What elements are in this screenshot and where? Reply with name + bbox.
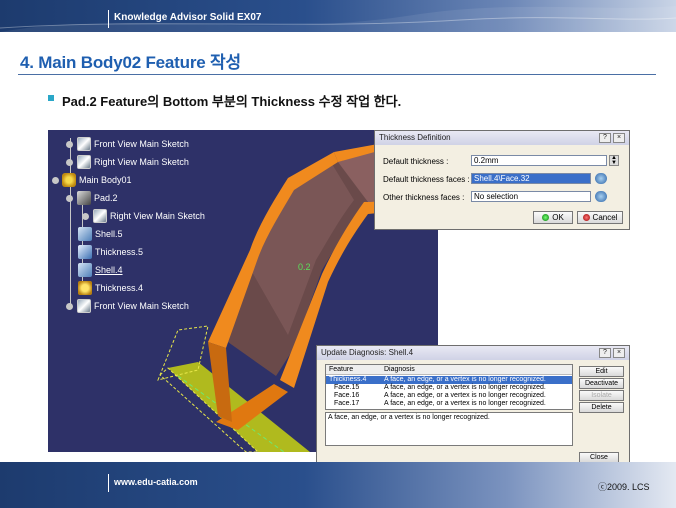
dialog-title-bar[interactable]: Thickness Definition ? × bbox=[375, 131, 629, 145]
footer-bar bbox=[0, 462, 676, 508]
cancel-button[interactable]: Cancel bbox=[577, 211, 623, 224]
tree-item-label: Front View Main Sketch bbox=[94, 301, 189, 311]
dialog-title: Thickness Definition bbox=[379, 133, 451, 142]
thickness-dimension-label: 0.2 bbox=[298, 262, 311, 272]
cancel-label: Cancel bbox=[592, 213, 618, 222]
row-diagnosis: A face, an edge, or a vertex is no longe… bbox=[384, 376, 546, 383]
thickness-icon bbox=[78, 245, 92, 259]
tree-item-right-view-main-sketch-child[interactable]: Right View Main Sketch bbox=[82, 208, 205, 224]
table-header: Feature Diagnosis bbox=[326, 365, 572, 375]
default-thickness-input[interactable]: 0.2mm bbox=[471, 155, 607, 166]
row-diagnosis: A face, an edge, or a vertex is no longe… bbox=[384, 384, 546, 391]
body-icon bbox=[62, 173, 76, 187]
tree-item-label: Main Body01 bbox=[79, 175, 132, 185]
cancel-icon bbox=[582, 214, 590, 221]
shell-icon bbox=[78, 227, 92, 241]
tree-node-dot bbox=[66, 158, 73, 166]
tree-node-dot bbox=[52, 176, 59, 184]
row-feature: Thickness.4 bbox=[329, 376, 367, 383]
isolate-button[interactable]: Isolate bbox=[579, 390, 624, 401]
sketch-icon bbox=[77, 137, 91, 151]
update-diagnosis-dialog: Update Diagnosis: Shell.4 ? × Feature Di… bbox=[316, 345, 630, 467]
header-separator bbox=[108, 10, 109, 28]
row-feature: Face.15 bbox=[334, 384, 360, 391]
table-row[interactable]: Face.16 A face, an edge, or a vertex is … bbox=[326, 392, 572, 400]
default-thickness-label: Default thickness : bbox=[383, 157, 449, 166]
other-faces-field[interactable]: No selection bbox=[471, 191, 591, 202]
column-header-feature: Feature bbox=[329, 366, 354, 373]
tree-node-dot bbox=[82, 212, 89, 220]
header-wave-graphic bbox=[0, 6, 676, 32]
selection-icon[interactable] bbox=[595, 173, 607, 184]
title-divider bbox=[18, 74, 656, 75]
default-faces-field[interactable]: Shell.4\Face.32 bbox=[471, 173, 591, 184]
footer-separator bbox=[108, 474, 109, 492]
default-faces-label: Default thickness faces : bbox=[383, 175, 470, 184]
close-icon[interactable]: × bbox=[613, 133, 625, 143]
sketch-icon bbox=[93, 209, 107, 223]
footer-copyright: ⓒ2009. LCS bbox=[598, 482, 650, 492]
row-diagnosis: A face, an edge, or a vertex is no longe… bbox=[384, 392, 546, 399]
tree-item-right-view-main-sketch[interactable]: Right View Main Sketch bbox=[66, 154, 189, 170]
tree-item-front-view-main-sketch-2[interactable]: Front View Main Sketch bbox=[66, 298, 189, 314]
tree-node-dot bbox=[66, 302, 73, 310]
column-header-diagnosis: Diagnosis bbox=[384, 366, 415, 373]
help-icon[interactable]: ? bbox=[599, 133, 611, 143]
tree-item-label: Right View Main Sketch bbox=[110, 211, 205, 221]
tree-item-shell4[interactable]: Shell.4 bbox=[78, 262, 123, 278]
selection-icon[interactable] bbox=[595, 191, 607, 202]
tree-item-label: Shell.5 bbox=[95, 229, 123, 239]
edit-button[interactable]: Edit bbox=[579, 366, 624, 377]
tree-item-label: Thickness.4 bbox=[95, 283, 144, 293]
dialog-title-bar[interactable]: Update Diagnosis: Shell.4 ? × bbox=[317, 346, 629, 360]
thickness-spinner[interactable]: ▲ ▼ bbox=[609, 155, 619, 166]
dialog-title: Update Diagnosis: Shell.4 bbox=[321, 348, 414, 357]
table-row[interactable]: Face.17 A face, an edge, or a vertex is … bbox=[326, 400, 572, 408]
deactivate-button[interactable]: Deactivate bbox=[579, 378, 624, 389]
thickness-warning-icon bbox=[78, 281, 92, 295]
header-title: Knowledge Advisor Solid EX07 bbox=[114, 12, 262, 23]
table-row[interactable]: Thickness.4 A face, an edge, or a vertex… bbox=[326, 376, 572, 384]
tree-item-shell5[interactable]: Shell.5 bbox=[78, 226, 123, 242]
row-feature: Face.17 bbox=[334, 400, 360, 407]
ok-icon bbox=[542, 214, 550, 221]
footer-url[interactable]: www.edu-catia.com bbox=[114, 477, 198, 487]
ok-button[interactable]: OK bbox=[533, 211, 573, 224]
tree-item-label: Pad.2 bbox=[94, 193, 118, 203]
tree-item-pad2[interactable]: Pad.2 bbox=[66, 190, 118, 206]
tree-item-label: Thickness.5 bbox=[95, 247, 144, 257]
tree-item-thickness4[interactable]: Thickness.4 bbox=[78, 280, 143, 296]
pad-icon bbox=[77, 191, 91, 205]
tree-item-label: Right View Main Sketch bbox=[94, 157, 189, 167]
thickness-definition-dialog: Thickness Definition ? × Default thickne… bbox=[374, 130, 630, 230]
tree-item-label: Shell.4 bbox=[95, 265, 123, 275]
header-bar bbox=[0, 0, 676, 32]
bullet-icon bbox=[48, 95, 54, 101]
tree-node-dot bbox=[66, 140, 73, 148]
help-icon[interactable]: ? bbox=[599, 348, 611, 358]
diagnosis-table[interactable]: Feature Diagnosis Thickness.4 A face, an… bbox=[325, 364, 573, 410]
tree-item-label: Front View Main Sketch bbox=[94, 139, 189, 149]
tree-item-main-body01[interactable]: Main Body01 bbox=[52, 172, 132, 188]
row-feature: Face.16 bbox=[334, 392, 360, 399]
diagnosis-message: A face, an edge, or a vertex is no longe… bbox=[325, 412, 573, 446]
tree-item-front-view-main-sketch[interactable]: Front View Main Sketch bbox=[66, 136, 189, 152]
close-icon[interactable]: × bbox=[613, 348, 625, 358]
tree-node-dot bbox=[66, 194, 73, 202]
shell-icon bbox=[78, 263, 92, 277]
slide: Knowledge Advisor Solid EX07 4. Main Bod… bbox=[0, 0, 676, 508]
ok-label: OK bbox=[552, 213, 564, 222]
slide-subtitle: Pad.2 Feature의 Bottom 부분의 Thickness 수정 작… bbox=[62, 94, 402, 109]
delete-button[interactable]: Delete bbox=[579, 402, 624, 413]
sketch-icon bbox=[77, 155, 91, 169]
sketch-icon bbox=[77, 299, 91, 313]
slide-title: 4. Main Body02 Feature 작성 bbox=[20, 53, 241, 72]
table-row[interactable]: Face.15 A face, an edge, or a vertex is … bbox=[326, 384, 572, 392]
other-faces-label: Other thickness faces : bbox=[383, 193, 465, 202]
row-diagnosis: A face, an edge, or a vertex is no longe… bbox=[384, 400, 546, 407]
tree-item-thickness5[interactable]: Thickness.5 bbox=[78, 244, 143, 260]
